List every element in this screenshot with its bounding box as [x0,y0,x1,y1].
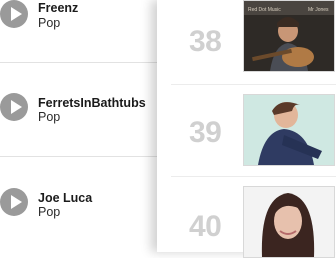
guitarist-photo: Red Dot Music Mr Jones [244,1,334,71]
list-item[interactable]: FerretsInBathtubs Pop [0,63,157,145]
divider [171,84,336,85]
list-item[interactable]: Freenz Pop [0,0,157,62]
artist-thumbnail[interactable] [243,186,335,258]
thumb-caption-right: Mr Jones [308,7,329,13]
artist-name[interactable]: FerretsInBathtubs [38,96,146,110]
artist-name[interactable]: Freenz [38,1,78,15]
play-icon[interactable] [0,0,28,28]
rank-number: 38 [189,25,222,58]
artist-list: Freenz Pop FerretsInBathtubs Pop Joe Luc… [0,0,157,252]
thumb-caption-left: Red Dot Music [248,7,281,13]
artist-thumbnail[interactable]: Red Dot Music Mr Jones [243,0,335,72]
chart-panel: 38 Red Dot Music Mr Jones 39 40 [157,0,336,258]
artist-thumbnail[interactable] [243,94,335,166]
artist-name[interactable]: Joe Luca [38,191,92,205]
artist-genre: Pop [38,110,61,124]
artist-genre: Pop [38,205,61,219]
list-item[interactable]: Joe Luca Pop [0,157,157,252]
portrait-photo [244,187,334,257]
play-icon[interactable] [0,188,28,216]
rank-number: 39 [189,116,222,149]
play-icon[interactable] [0,93,28,121]
singer-photo [244,95,334,165]
artist-genre: Pop [38,16,61,30]
rank-number: 40 [189,210,222,243]
divider [171,176,336,177]
